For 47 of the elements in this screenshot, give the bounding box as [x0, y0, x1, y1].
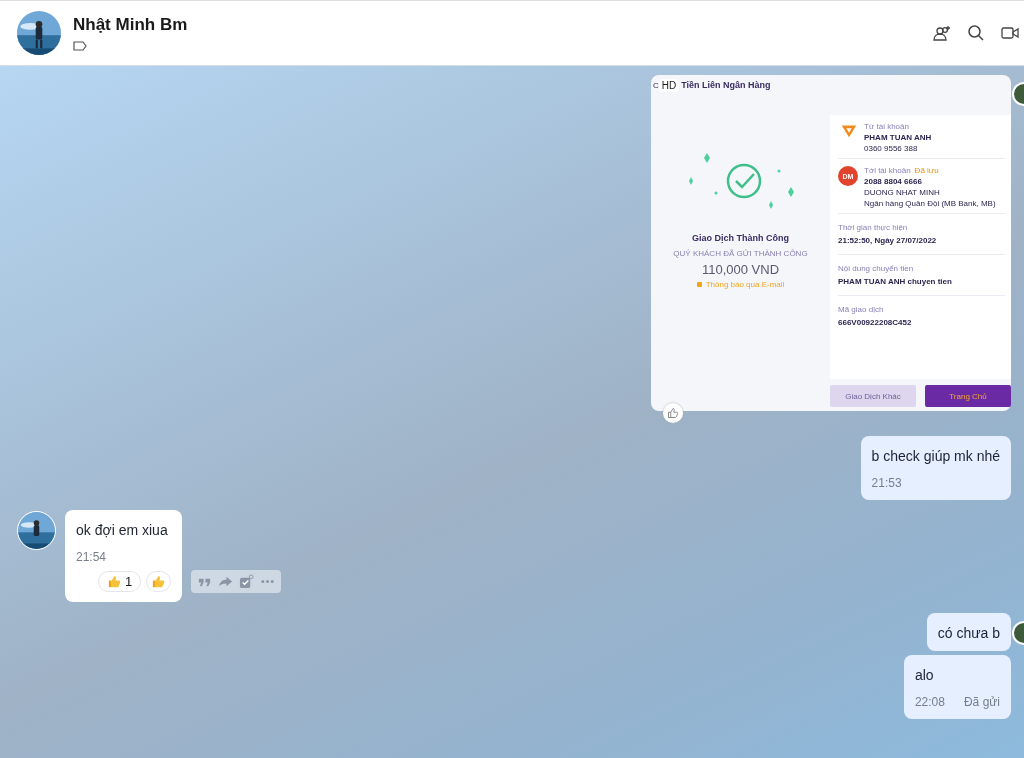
transaction-status: Giao Dịch Thành Công — [692, 233, 789, 243]
message-status: Đã gửi — [963, 695, 1000, 709]
thumbs-up-icon — [107, 574, 122, 589]
message-bubble[interactable]: ok đợi em xiua 21:54 1 — [65, 510, 183, 602]
email-note: Thông báo qua E-mail — [705, 280, 785, 289]
mail-icon — [696, 282, 702, 287]
search-icon[interactable] — [966, 23, 986, 43]
like-button[interactable] — [663, 403, 683, 423]
message-bubble[interactable]: có chưa b — [926, 613, 1011, 651]
transaction-amount: 110,000 VND — [701, 262, 780, 277]
thumbs-up-icon — [667, 407, 679, 419]
receipt-title: C — [653, 80, 659, 90]
message-time: 21:54 — [76, 550, 107, 564]
field-label: Thời gian thực hiện — [838, 223, 909, 232]
add-task-icon[interactable] — [239, 574, 255, 589]
message-text: b check giúp mk nhé — [871, 448, 1000, 464]
receipt-screenshot[interactable] — [651, 75, 1011, 411]
message-bubble[interactable]: alo 22:08 Đã gửi — [903, 655, 1011, 719]
message-text: alo — [914, 667, 935, 683]
transaction-subtitle: QUÝ KHÁCH ĐÃ GỬI THÀNH CÔNG — [673, 249, 808, 258]
message-bubble[interactable]: b check giúp mk nhé 21:53 — [860, 436, 1011, 500]
field-label: Nội dung chuyển tiền — [838, 264, 915, 273]
account-number: 0360 9556 388 — [864, 144, 919, 153]
receipt-button: Giao Dịch Khác — [830, 385, 916, 407]
receipt-title: Tiền Liên Ngân Hàng — [681, 80, 771, 90]
field-value: PHAM TUAN ANH chuyen tien — [838, 277, 953, 286]
add-member-icon[interactable] — [932, 23, 952, 43]
tag-icon[interactable] — [73, 41, 87, 51]
message-time: 21:53 — [871, 476, 902, 490]
message-text: ok đợi em xiua — [76, 522, 169, 538]
hd-badge: HD — [658, 78, 680, 92]
account-name: DUONG NHAT MINH — [864, 188, 941, 197]
contact-name: Nhật Minh Bm — [73, 15, 188, 35]
message-time: 22:08 — [914, 695, 945, 709]
forward-icon[interactable] — [218, 574, 234, 589]
receipt-button: Trang Chủ — [925, 385, 1011, 407]
account-name: PHAM TUAN ANH — [864, 133, 932, 142]
field-label: Từ tài khoản — [864, 122, 910, 131]
message-text: có chưa b — [937, 625, 1000, 641]
bank-name: Ngân hàng Quân Đội (MB Bank, MB) — [864, 199, 996, 208]
field-value: 666V00922208C452 — [838, 318, 913, 327]
field-value: 21:52:50, Ngày 27/07/2022 — [838, 236, 938, 245]
field-label: Mã giao dịch — [838, 305, 885, 314]
account-number: 2088 8804 6666 — [864, 177, 923, 186]
thumbs-up-icon — [151, 574, 167, 589]
saved-label: Đã lưu — [914, 166, 939, 175]
field-label: Tới tài khoản — [864, 166, 911, 175]
